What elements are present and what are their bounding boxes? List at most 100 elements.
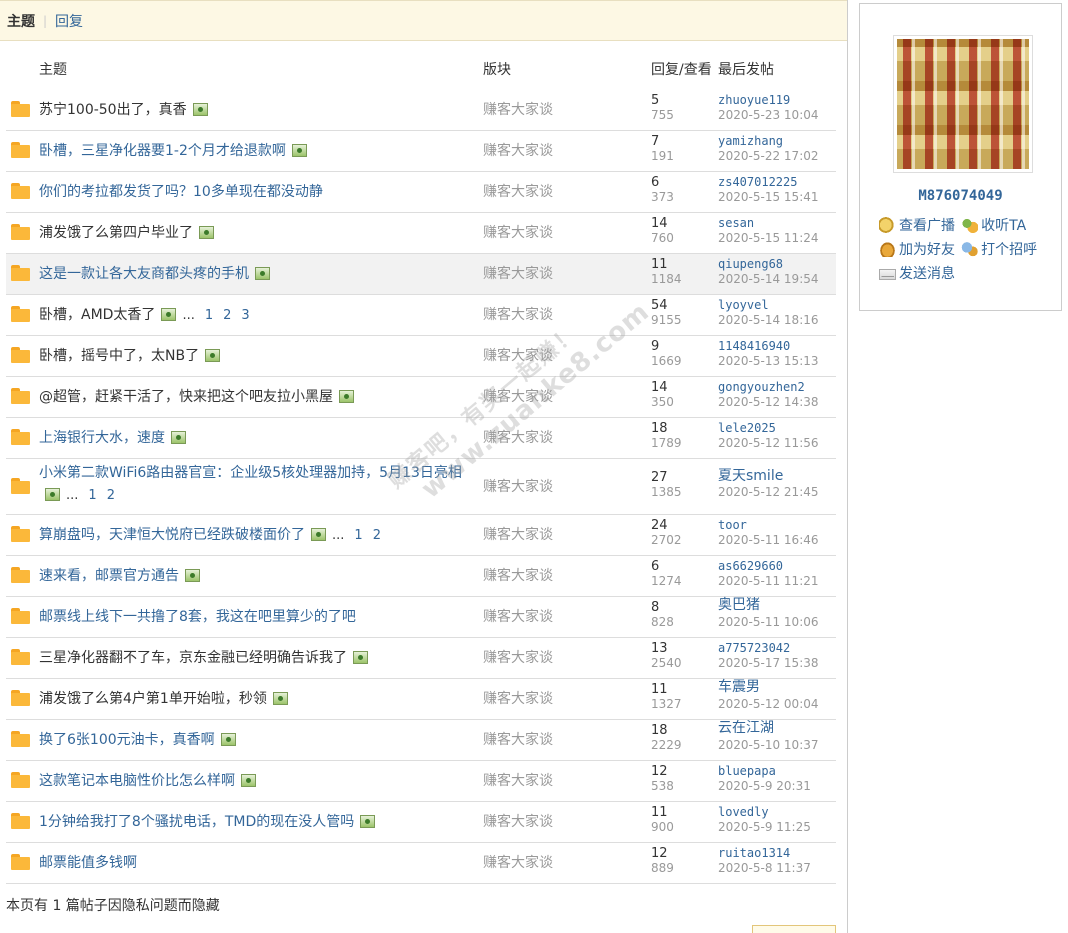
thread-forum[interactable]: 赚客大家谈 — [483, 99, 553, 121]
tab-topics[interactable]: 主题 — [7, 11, 35, 31]
thread-forum[interactable]: 赚客大家谈 — [483, 729, 553, 751]
thread-forum[interactable]: 赚客大家谈 — [483, 222, 553, 244]
thread-title-link[interactable]: 换了6张100元油卡，真香啊 — [39, 732, 215, 748]
last-poster-link[interactable]: a775723042 — [718, 641, 790, 656]
thread-title-link[interactable]: 邮票线上线下一共撸了8套，我这在吧里算少的了吧 — [39, 609, 356, 625]
view-broadcast-button[interactable]: 查看广播 — [879, 213, 955, 237]
thread-title-cell: 小米第二款WiFi6路由器官宣：企业级5核处理器加持，5月13日亮相... 1 2 — [39, 462, 469, 507]
thread-title-cell: 邮票能值多钱啊 — [39, 852, 469, 874]
table-row[interactable]: 卧槽，三星净化器要1-2个月才给退款啊 赚客大家谈 7 191 yamizhang 202… — [6, 131, 836, 172]
thread-forum[interactable]: 赚客大家谈 — [483, 647, 553, 669]
page-link[interactable]: 2 — [107, 488, 115, 503]
last-poster-link[interactable]: lyoyvel — [718, 298, 769, 313]
thread-forum[interactable]: 赚客大家谈 — [483, 181, 553, 203]
last-poster-link[interactable]: gongyouzhen2 — [718, 380, 805, 395]
send-message-button[interactable]: 发送消息 — [879, 261, 955, 285]
pager-button[interactable] — [752, 925, 836, 933]
table-row[interactable]: 这款笔记本电脑性价比怎么样啊 赚客大家谈 12 538 bluepapa 2020-5-9… — [6, 761, 836, 802]
last-poster-link[interactable]: zs407012225 — [718, 175, 797, 190]
last-poster-link[interactable]: lele2025 — [718, 421, 776, 436]
thread-forum[interactable]: 赚客大家谈 — [483, 345, 553, 367]
thread-forum[interactable]: 赚客大家谈 — [483, 386, 553, 408]
table-row[interactable]: 邮票能值多钱啊 赚客大家谈 12 889 ruitao1314 2020-5-8 11:3… — [6, 843, 836, 884]
tab-replies[interactable]: 回复 — [55, 11, 83, 31]
thread-title-link[interactable]: 这款笔记本电脑性价比怎么样啊 — [39, 773, 235, 789]
profile-username[interactable]: M876074049 — [860, 188, 1061, 204]
last-poster-link[interactable]: qiupeng68 — [718, 257, 783, 272]
table-row[interactable]: 1分钟给我打了8个骚扰电话，TMD的现在没人管吗 赚客大家谈 11 900 lovedl… — [6, 802, 836, 843]
thread-title-link[interactable]: 浦发饿了么第4户第1单开始啦，秒领 — [39, 691, 267, 707]
thread-title-cell: 卧槽，三星净化器要1-2个月才给退款啊 — [39, 140, 469, 162]
thread-forum[interactable]: 赚客大家谈 — [483, 606, 553, 628]
reply-count: 12 — [651, 764, 668, 779]
last-poster-link[interactable]: as6629660 — [718, 559, 783, 574]
add-friend-button[interactable]: 加为好友 — [879, 237, 955, 261]
last-poster-link[interactable]: bluepapa — [718, 764, 776, 779]
page-link[interactable]: 1 — [354, 528, 362, 543]
thread-title-link[interactable]: 这是一款让各大友商都头疼的手机 — [39, 266, 249, 282]
last-poster-link[interactable]: 夏天smile — [718, 469, 783, 484]
last-poster-link[interactable]: sesan — [718, 216, 754, 231]
avatar[interactable] — [893, 35, 1033, 173]
table-row[interactable]: 邮票线上线下一共撸了8套，我这在吧里算少的了吧 赚客大家谈 8 828 奥巴猪 2020-… — [6, 597, 836, 638]
thread-title-link[interactable]: 邮票能值多钱啊 — [39, 855, 137, 871]
table-row[interactable]: 三星净化器翻不了车，京东金融已经明确告诉我了 赚客大家谈 13 2540 a775723… — [6, 638, 836, 679]
view-count: 1789 — [651, 436, 682, 450]
last-poster-link[interactable]: zhuoyue119 — [718, 93, 790, 108]
last-poster-link[interactable]: lovedly — [718, 805, 769, 820]
greet-button[interactable]: 打个招呼 — [961, 237, 1037, 261]
thread-title-cell: 浦发饿了么第4户第1单开始啦，秒领 — [39, 688, 469, 710]
thread-forum[interactable]: 赚客大家谈 — [483, 852, 553, 874]
table-row[interactable]: 你们的考拉都发货了吗？10多单现在都没动静 赚客大家谈 6 373 zs40701222… — [6, 172, 836, 213]
last-poster-link[interactable]: 奥巴猪 — [718, 598, 760, 613]
thread-forum[interactable]: 赚客大家谈 — [483, 427, 553, 449]
thread-title-link[interactable]: 三星净化器翻不了车，京东金融已经明确告诉我了 — [39, 650, 347, 666]
page-link[interactable]: 1 — [205, 308, 213, 323]
thread-forum[interactable]: 赚客大家谈 — [483, 524, 553, 546]
page-link[interactable]: 3 — [241, 308, 249, 323]
last-poster-link[interactable]: ruitao1314 — [718, 846, 790, 861]
folder-icon — [11, 265, 30, 281]
table-row[interactable]: 速来看，邮票官方通告 赚客大家谈 6 1274 as6629660 2020-5-11 1… — [6, 556, 836, 597]
thread-forum[interactable]: 赚客大家谈 — [483, 304, 553, 326]
thread-title-link[interactable]: 小米第二款WiFi6路由器官宣：企业级5核处理器加持，5月13日亮相 — [39, 465, 462, 481]
table-row[interactable]: 浦发饿了么第4户第1单开始啦，秒领 赚客大家谈 11 1327 车震男 2020-5-12… — [6, 679, 836, 720]
last-poster-link[interactable]: 云在江湖 — [718, 721, 774, 736]
last-poster-link[interactable]: yamizhang — [718, 134, 783, 149]
follow-button[interactable]: 收听TA — [961, 213, 1026, 237]
thread-title-link[interactable]: 卧槽，三星净化器要1-2个月才给退款啊 — [39, 143, 286, 159]
table-row[interactable]: @超管，赶紧干活了，快来把这个吧友拉小黑屋 赚客大家谈 14 350 gongyouzh… — [6, 377, 836, 418]
thread-forum[interactable]: 赚客大家谈 — [483, 565, 553, 587]
table-row[interactable]: 卧槽，AMD太香了... 1 2 3 赚客大家谈 54 9155 lyoyvel 2020-5-… — [6, 295, 836, 336]
thread-title-link[interactable]: 浦发饿了么第四户毕业了 — [39, 225, 193, 241]
last-poster-link[interactable]: 车震男 — [718, 680, 760, 695]
thread-title-link[interactable]: 算崩盘吗，天津恒大悦府已经跌破楼面价了 — [39, 527, 305, 543]
thread-title-link[interactable]: 1分钟给我打了8个骚扰电话，TMD的现在没人管吗 — [39, 814, 354, 830]
table-row[interactable]: 卧槽，摇号中了，太NB了 赚客大家谈 9 1669 1148416940 2020-5-1… — [6, 336, 836, 377]
page-link[interactable]: 1 — [88, 488, 96, 503]
last-poster-link[interactable]: 1148416940 — [718, 339, 790, 354]
thread-title-link[interactable]: 上海银行大水，速度 — [39, 430, 165, 446]
page-link[interactable]: 2 — [223, 308, 231, 323]
thread-forum[interactable]: 赚客大家谈 — [483, 476, 553, 498]
table-row[interactable]: 算崩盘吗，天津恒大悦府已经跌破楼面价了... 1 2 赚客大家谈 24 2702 toor 2… — [6, 515, 836, 556]
table-row[interactable]: 这是一款让各大友商都头疼的手机 赚客大家谈 11 1184 qiupeng68 2020-… — [6, 254, 836, 295]
thread-title-link[interactable]: @超管，赶紧干活了，快来把这个吧友拉小黑屋 — [39, 389, 333, 405]
table-row[interactable]: 换了6张100元油卡，真香啊 赚客大家谈 18 2229 云在江湖 2020-5-10 1… — [6, 720, 836, 761]
thread-title-link[interactable]: 你们的考拉都发货了吗？10多单现在都没动静 — [39, 184, 323, 200]
thread-forum[interactable]: 赚客大家谈 — [483, 263, 553, 285]
table-row[interactable]: 小米第二款WiFi6路由器官宣：企业级5核处理器加持，5月13日亮相... 1 2 赚… — [6, 459, 836, 515]
table-row[interactable]: 浦发饿了么第四户毕业了 赚客大家谈 14 760 sesan 2020-5-15 11:2… — [6, 213, 836, 254]
last-poster-link[interactable]: toor — [718, 518, 747, 533]
thread-title-link[interactable]: 卧槽，AMD太香了 — [39, 307, 155, 323]
thread-title-link[interactable]: 卧槽，摇号中了，太NB了 — [39, 348, 199, 364]
thread-title-link[interactable]: 速来看，邮票官方通告 — [39, 568, 179, 584]
thread-title-link[interactable]: 苏宁100-50出了，真香 — [39, 102, 187, 118]
thread-forum[interactable]: 赚客大家谈 — [483, 140, 553, 162]
table-row[interactable]: 上海银行大水，速度 赚客大家谈 18 1789 lele2025 2020-5-12 11… — [6, 418, 836, 459]
page-link[interactable]: 2 — [373, 528, 381, 543]
thread-forum[interactable]: 赚客大家谈 — [483, 811, 553, 833]
thread-forum[interactable]: 赚客大家谈 — [483, 688, 553, 710]
table-row[interactable]: 苏宁100-50出了，真香 赚客大家谈 5 755 zhuoyue119 2020-5-2… — [6, 90, 836, 131]
thread-forum[interactable]: 赚客大家谈 — [483, 770, 553, 792]
